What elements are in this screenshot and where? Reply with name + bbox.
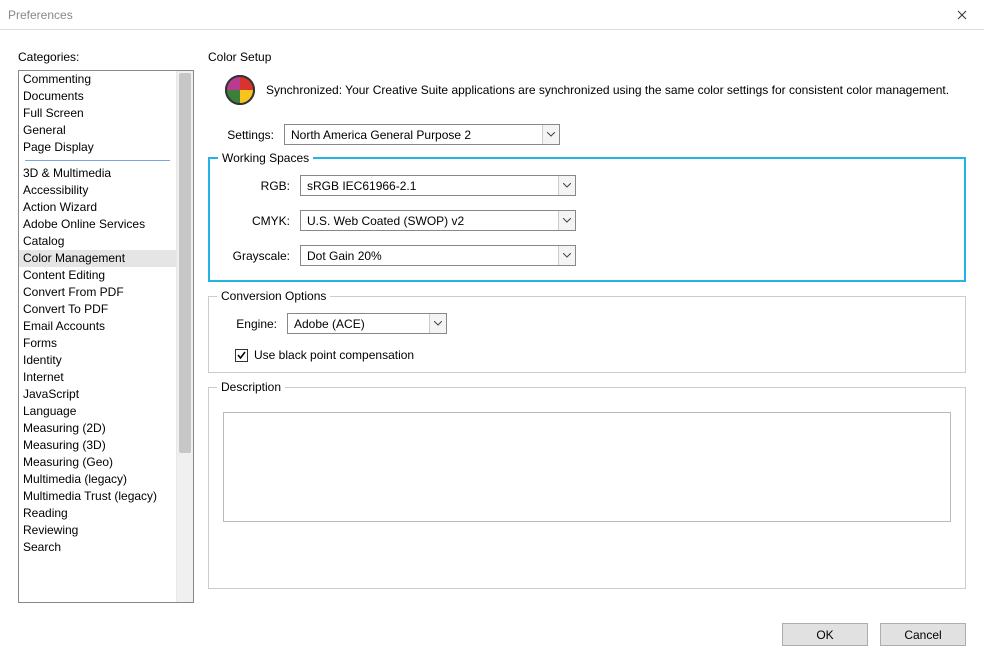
categories-listbox[interactable]: CommentingDocumentsFull ScreenGeneralPag…	[18, 70, 194, 603]
cmyk-value: U.S. Web Coated (SWOP) v2	[301, 214, 558, 228]
list-item[interactable]: Full Screen	[19, 105, 176, 122]
client-area: Categories: CommentingDocumentsFull Scre…	[0, 30, 984, 615]
list-item[interactable]: Measuring (2D)	[19, 420, 176, 437]
chevron-down-icon	[563, 253, 571, 258]
grayscale-select[interactable]: Dot Gain 20%	[300, 245, 576, 266]
rgb-value: sRGB IEC61966-2.1	[301, 179, 558, 193]
dropdown-arrow[interactable]	[558, 176, 575, 195]
list-item[interactable]: Convert To PDF	[19, 301, 176, 318]
cancel-button[interactable]: Cancel	[880, 623, 966, 646]
list-item[interactable]: Search	[19, 539, 176, 556]
list-item[interactable]: Reviewing	[19, 522, 176, 539]
close-button[interactable]	[939, 0, 984, 30]
window-title: Preferences	[8, 8, 73, 22]
scrollbar[interactable]	[176, 71, 193, 602]
rgb-label: RGB:	[224, 179, 290, 193]
engine-select[interactable]: Adobe (ACE)	[287, 313, 447, 334]
categories-label: Categories:	[18, 50, 194, 64]
settings-row: Settings: North America General Purpose …	[208, 124, 966, 145]
list-item[interactable]: 3D & Multimedia	[19, 165, 176, 182]
list-item[interactable]: Accessibility	[19, 182, 176, 199]
list-item[interactable]: Reading	[19, 505, 176, 522]
list-item[interactable]: Measuring (3D)	[19, 437, 176, 454]
categories-items: CommentingDocumentsFull ScreenGeneralPag…	[19, 71, 176, 602]
sync-row: Synchronized: Your Creative Suite applic…	[208, 74, 966, 124]
description-box	[223, 412, 951, 522]
black-point-checkbox[interactable]	[235, 349, 248, 362]
close-icon	[957, 10, 967, 20]
chevron-down-icon	[547, 132, 555, 137]
grayscale-value: Dot Gain 20%	[301, 249, 558, 263]
rgb-row: RGB: sRGB IEC61966-2.1	[224, 175, 950, 196]
list-item[interactable]: Forms	[19, 335, 176, 352]
list-item[interactable]: Measuring (Geo)	[19, 454, 176, 471]
list-item[interactable]: Language	[19, 403, 176, 420]
list-item[interactable]: Email Accounts	[19, 318, 176, 335]
list-item[interactable]: Catalog	[19, 233, 176, 250]
checkmark-icon	[237, 351, 246, 360]
list-item[interactable]: Action Wizard	[19, 199, 176, 216]
cmyk-row: CMYK: U.S. Web Coated (SWOP) v2	[224, 210, 950, 231]
rgb-select[interactable]: sRGB IEC61966-2.1	[300, 175, 576, 196]
conversion-options-group: Conversion Options Engine: Adobe (ACE) U…	[208, 296, 966, 373]
list-item[interactable]: Internet	[19, 369, 176, 386]
sync-icon	[224, 74, 256, 106]
divider	[25, 160, 170, 161]
dropdown-arrow[interactable]	[558, 246, 575, 265]
section-title: Color Setup	[208, 50, 966, 64]
list-item[interactable]: Commenting	[19, 71, 176, 88]
button-bar: OK Cancel	[0, 615, 984, 660]
list-item[interactable]: Content Editing	[19, 267, 176, 284]
description-group: Description	[208, 387, 966, 589]
settings-value: North America General Purpose 2	[285, 128, 542, 142]
list-item[interactable]: Identity	[19, 352, 176, 369]
working-spaces-group: Working Spaces RGB: sRGB IEC61966-2.1 CM…	[208, 157, 966, 282]
conversion-legend: Conversion Options	[217, 289, 330, 303]
dropdown-arrow[interactable]	[429, 314, 446, 333]
engine-value: Adobe (ACE)	[288, 317, 429, 331]
settings-select[interactable]: North America General Purpose 2	[284, 124, 560, 145]
cmyk-select[interactable]: U.S. Web Coated (SWOP) v2	[300, 210, 576, 231]
engine-row: Engine: Adobe (ACE)	[223, 313, 951, 334]
list-item[interactable]: Convert From PDF	[19, 284, 176, 301]
dropdown-arrow[interactable]	[542, 125, 559, 144]
dropdown-arrow[interactable]	[558, 211, 575, 230]
list-item[interactable]: Multimedia (legacy)	[19, 471, 176, 488]
working-spaces-legend: Working Spaces	[218, 151, 313, 165]
main-panel: Color Setup Synchronized: Your Creative …	[208, 50, 966, 603]
list-item[interactable]: Multimedia Trust (legacy)	[19, 488, 176, 505]
engine-label: Engine:	[223, 317, 277, 331]
list-item[interactable]: Page Display	[19, 139, 176, 156]
preferences-dialog: Preferences Categories: CommentingDocume…	[0, 0, 984, 660]
list-item[interactable]: General	[19, 122, 176, 139]
ok-button[interactable]: OK	[782, 623, 868, 646]
titlebar: Preferences	[0, 0, 984, 30]
grayscale-row: Grayscale: Dot Gain 20%	[224, 245, 950, 266]
description-legend: Description	[217, 380, 285, 394]
list-item[interactable]: Documents	[19, 88, 176, 105]
chevron-down-icon	[563, 183, 571, 188]
sync-text: Synchronized: Your Creative Suite applic…	[266, 83, 966, 97]
chevron-down-icon	[563, 218, 571, 223]
black-point-label: Use black point compensation	[254, 348, 414, 362]
list-item[interactable]: Adobe Online Services	[19, 216, 176, 233]
chevron-down-icon	[434, 321, 442, 326]
scroll-thumb[interactable]	[179, 73, 191, 453]
sidebar: Categories: CommentingDocumentsFull Scre…	[18, 50, 194, 603]
list-item[interactable]: Color Management	[19, 250, 176, 267]
grayscale-label: Grayscale:	[224, 249, 290, 263]
black-point-row: Use black point compensation	[235, 348, 951, 362]
cmyk-label: CMYK:	[224, 214, 290, 228]
settings-label: Settings:	[208, 128, 274, 142]
list-item[interactable]: JavaScript	[19, 386, 176, 403]
